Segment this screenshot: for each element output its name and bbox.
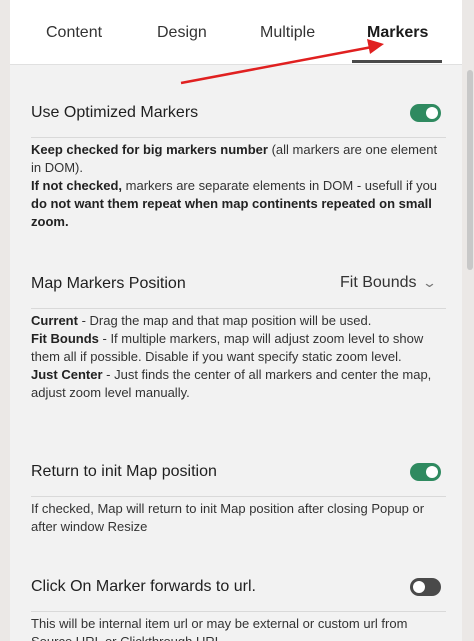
return-init-toggle[interactable] xyxy=(410,463,441,481)
toggle-knob xyxy=(426,107,438,119)
scrollbar-thumb[interactable] xyxy=(467,70,473,270)
divider xyxy=(31,496,446,497)
select-value: Fit Bounds xyxy=(340,274,417,291)
return-init-description: If checked, Map will return to init Map … xyxy=(31,501,425,534)
optimized-markers-toggle[interactable] xyxy=(410,104,441,122)
desc-bold: Fit Bounds xyxy=(31,331,99,346)
desc-bold: If not checked, xyxy=(31,178,123,193)
tab-design[interactable]: Design xyxy=(157,24,207,42)
markers-settings: Use Optimized Markers Keep checked for b… xyxy=(10,64,462,641)
click-marker-label: Click On Marker forwards to url. xyxy=(31,578,256,595)
desc-bold: Keep checked for big markers number xyxy=(31,142,268,157)
chevron-down-icon: ⌄ xyxy=(422,275,438,290)
tab-content[interactable]: Content xyxy=(46,24,102,42)
divider xyxy=(31,611,446,612)
toggle-knob xyxy=(426,466,438,478)
divider xyxy=(31,137,446,138)
tab-markers[interactable]: Markers xyxy=(367,24,428,42)
toggle-knob xyxy=(413,581,425,593)
desc-bold: Current xyxy=(31,313,78,328)
markers-position-select[interactable]: Fit Bounds ⌄ xyxy=(340,274,438,292)
markers-position-description: Current - Drag the map and that map posi… xyxy=(31,312,446,402)
optimized-markers-description: Keep checked for big markers number (all… xyxy=(31,141,446,231)
tab-multiple[interactable]: Multiple xyxy=(260,24,315,42)
desc-bold: do not want them repeat when map contine… xyxy=(31,196,432,229)
desc-bold: Just Center xyxy=(31,367,103,382)
settings-panel: Content Design Multiple Markers Use Opti… xyxy=(10,0,462,641)
click-marker-description: This will be internal item url or may be… xyxy=(31,616,408,641)
optimized-markers-label: Use Optimized Markers xyxy=(31,104,199,121)
tab-bar: Content Design Multiple Markers xyxy=(10,0,462,65)
scrollbar[interactable] xyxy=(466,0,474,641)
desc-text: markers are separate elements in DOM - u… xyxy=(122,178,438,193)
click-marker-toggle[interactable] xyxy=(410,578,441,596)
return-init-label: Return to init Map position xyxy=(31,463,217,480)
markers-position-label: Map Markers Position xyxy=(31,275,186,292)
divider xyxy=(31,308,446,309)
desc-text: - Drag the map and that map position wil… xyxy=(77,313,372,328)
active-tab-indicator xyxy=(352,60,442,63)
